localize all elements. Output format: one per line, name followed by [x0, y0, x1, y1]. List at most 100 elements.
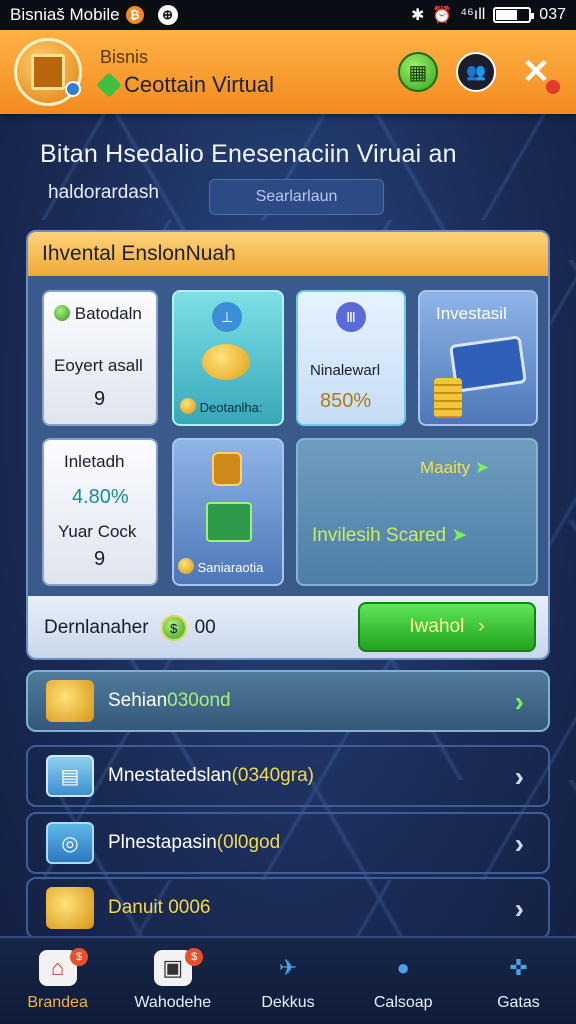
list-item-accent: Danuit 0006: [108, 897, 211, 918]
coin-icon: [178, 558, 194, 574]
card-value: 4.80%: [72, 486, 129, 508]
page-subtitle: haldorardash: [48, 182, 159, 203]
box-icon: [206, 502, 252, 542]
alarm-icon: ⏰: [432, 7, 453, 24]
card-title: Batodaln: [74, 304, 142, 323]
nav-item-wallet[interactable]: ▣ $ Wahodehe: [115, 938, 230, 1024]
card-badge: Saniaraotia: [197, 560, 264, 575]
panel-footer: Dernlanaher $ 00 Iwahol ›: [28, 596, 548, 658]
list-item-accent: (0340gra): [231, 765, 314, 786]
brand: Bisnis Ceottain Virtual: [96, 46, 275, 98]
page-title: Bitan Hsedalio Enesenaciin Viruai an: [40, 140, 457, 168]
arrow-right-icon: ➤: [474, 458, 490, 477]
list-item-label: Sehian: [108, 690, 168, 711]
camera-icon: ◎: [46, 822, 94, 864]
chart-icon: ▤: [46, 755, 94, 797]
invest-button-label: Iwahol: [409, 616, 465, 637]
chevron-right-icon: ›: [514, 828, 524, 859]
chevron-right-icon: ›: [478, 616, 485, 637]
grid-icon: ▦: [408, 61, 428, 84]
signal-icon: ⁴⁶ıll: [460, 6, 486, 23]
users-icon: 👥: [466, 64, 486, 81]
bottom-nav: ⌂ $ Brandea ▣ $ Wahodehe ✈ Dekkus ● Cals…: [0, 936, 576, 1024]
card-line-1: Maaity: [420, 458, 471, 477]
panel-title: Ihvental EnslonNuah: [28, 232, 548, 276]
nav-badge-icon: $: [70, 948, 88, 966]
coin-icon: [180, 398, 196, 414]
app-icon: ⊕: [157, 5, 178, 25]
coins-icon: [202, 344, 250, 380]
brand-top: Bisnis: [100, 46, 149, 67]
close-button[interactable]: ✕: [516, 52, 560, 94]
chevron-right-icon: ›: [514, 686, 524, 717]
card-interest[interactable]: Inletadh 4.80% Yuar Cock 9: [42, 438, 158, 586]
card-value-2: 9: [94, 548, 106, 570]
nav-label: Wahodehe: [134, 994, 212, 1011]
bluetooth-icon: ✱: [410, 7, 425, 24]
nav-label: Gatas: [497, 994, 540, 1011]
arrow-right-icon: ➤: [451, 525, 468, 546]
gem-icon: [96, 71, 122, 98]
shield-icon: [212, 452, 242, 486]
coin-stack-icon: [434, 378, 462, 418]
notification-icon: ₿: [125, 6, 144, 24]
card-badge: Deotanlha:: [199, 400, 263, 415]
card-deposit[interactable]: ⊥ Deotanlha:: [172, 290, 284, 426]
battery-icon: [493, 7, 535, 23]
list-item[interactable]: ◎ Plnestapasin (0l0god ›: [26, 812, 550, 874]
status-app-name: Bisniaš Mobile: [10, 5, 120, 24]
card-label: Yuar Cock: [58, 522, 137, 541]
clock: 037: [539, 6, 566, 23]
card-title: Investasil: [436, 304, 507, 323]
nav-label: Dekkus: [261, 994, 315, 1011]
card-investasi[interactable]: Investasil: [418, 290, 538, 426]
nav-label: Brandea: [27, 994, 88, 1011]
card-label: Eoyert asall: [54, 356, 143, 375]
nav-item-discover[interactable]: ✈ Dekkus: [230, 938, 345, 1024]
coins-icon: [46, 887, 94, 929]
card-rate[interactable]: Ⅲ Ninalewarl 850%: [296, 290, 406, 426]
logo-badge-icon: [65, 81, 81, 97]
list-item[interactable]: Danuit 0006 ›: [26, 877, 550, 939]
card-maturity[interactable]: Maaity ➤ Invilesih Scared ➤: [296, 438, 538, 586]
status-bar: Bisniaš Mobile ₿ ⊕ ✱ ⏰ ⁴⁶ıll 037: [0, 0, 576, 30]
chevron-right-icon: ›: [514, 893, 524, 924]
card-label: Ninalewarl: [310, 362, 381, 379]
list-item-accent: 030ond: [167, 690, 231, 711]
list-item-label: Mnestatedslan: [108, 765, 232, 786]
pillar-icon: Ⅲ: [336, 302, 366, 332]
gamepad-icon: ✜: [509, 955, 528, 980]
app-logo[interactable]: [14, 38, 82, 106]
nav-label: Calsoap: [373, 994, 433, 1011]
close-badge-icon: [546, 80, 560, 94]
card-title: Inletadh: [64, 452, 125, 471]
list-item[interactable]: ▤ Mnestatedslan (0340gra) ›: [26, 745, 550, 807]
chat-icon: ●: [396, 955, 410, 980]
card-balance[interactable]: Batodaln Eoyert asall 9: [42, 290, 158, 426]
coins-icon: [46, 680, 94, 722]
grid-button[interactable]: ▦: [398, 52, 438, 92]
nav-badge-icon: $: [185, 948, 204, 966]
card-line-2: Invilesih Scared: [312, 525, 447, 546]
users-button[interactable]: 👥: [456, 52, 496, 92]
footer-amount: 00: [194, 617, 216, 638]
search-input[interactable]: Searlarlaun: [209, 179, 384, 215]
card-savings[interactable]: Saniaraotia: [172, 438, 284, 586]
nav-item-games[interactable]: ✜ Gatas: [461, 938, 576, 1024]
dollar-coin-icon: $: [160, 615, 187, 641]
brand-name-row: Ceottain Virtual: [96, 71, 275, 98]
investment-panel: Ihvental EnslonNuah Batodaln Eoyert asal…: [26, 230, 550, 660]
list-item-accent: (0l0god: [216, 832, 281, 853]
footer-label: Dernlanaher: [44, 617, 149, 638]
list-item[interactable]: Sehian 030ond ›: [26, 670, 550, 732]
card-value: 9: [94, 388, 106, 410]
app-header: Bisnis Ceottain Virtual ▦ 👥 ✕: [0, 30, 576, 114]
nav-item-home[interactable]: ⌂ $ Brandea: [0, 938, 115, 1024]
chevron-right-icon: ›: [514, 761, 524, 792]
list-item-label: Plnestapasin: [108, 832, 217, 853]
invest-button[interactable]: Iwahol ›: [358, 602, 536, 652]
card-value: 850%: [320, 390, 372, 412]
brand-name: Ceottain Virtual: [124, 71, 275, 97]
nav-item-chat[interactable]: ● Calsoap: [346, 938, 461, 1024]
door-icon: [31, 54, 65, 90]
